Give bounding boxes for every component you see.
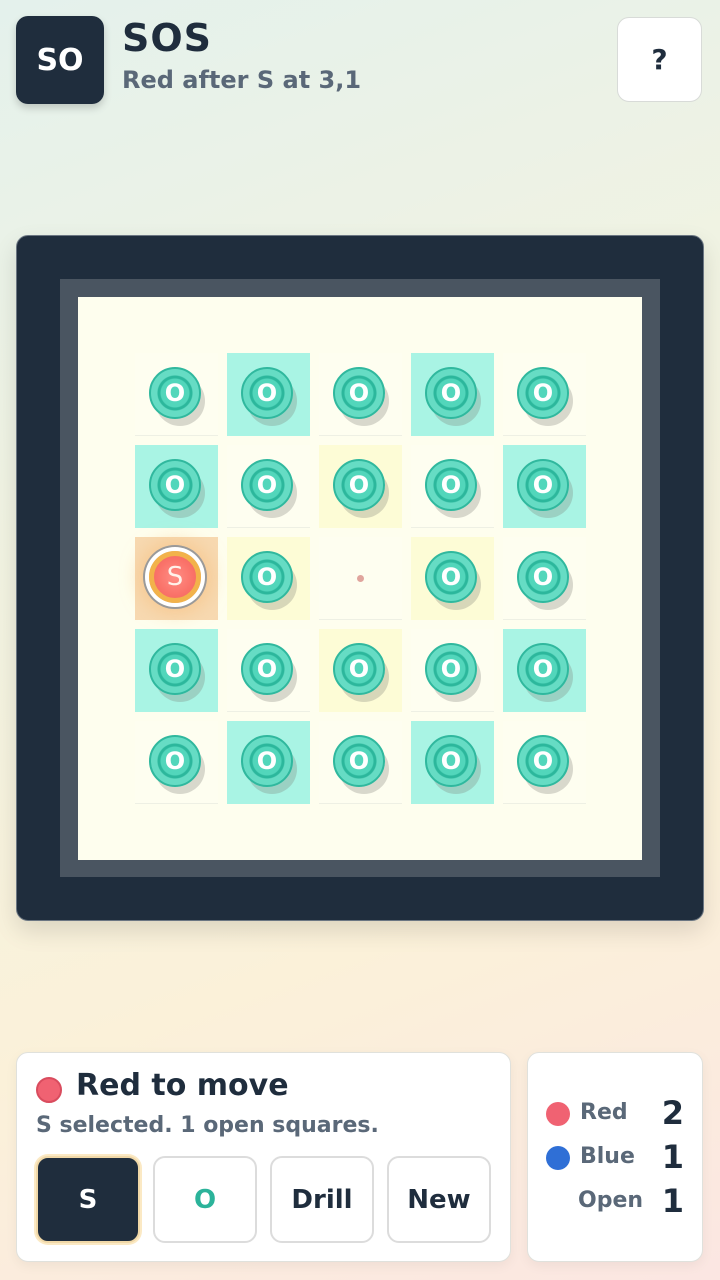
red-player-dot xyxy=(546,1102,570,1126)
piece-o: O xyxy=(517,735,569,787)
board-cell[interactable]: O xyxy=(227,629,310,712)
piece-o: O xyxy=(241,459,293,511)
board-cell[interactable]: O xyxy=(411,537,494,620)
open-square-marker xyxy=(357,575,364,582)
board-cell[interactable]: O xyxy=(411,721,494,804)
piece-o: O xyxy=(333,735,385,787)
piece-o: O xyxy=(333,367,385,419)
piece-o: O xyxy=(333,643,385,695)
board-cell[interactable]: S xyxy=(135,537,218,620)
board-cell[interactable]: O xyxy=(319,629,402,712)
piece-o: O xyxy=(425,551,477,603)
board-cell-open[interactable] xyxy=(319,537,402,620)
piece-o: O xyxy=(241,367,293,419)
blue-score-value: 1 xyxy=(661,1138,684,1176)
piece-o: O xyxy=(333,459,385,511)
red-score-value: 2 xyxy=(661,1094,684,1132)
board-cell[interactable]: O xyxy=(227,353,310,436)
app-logo: SO xyxy=(16,16,104,104)
board-cell[interactable]: O xyxy=(503,445,586,528)
blue-player-dot xyxy=(546,1146,570,1170)
board-cell[interactable]: O xyxy=(227,721,310,804)
page-title: SOS xyxy=(122,16,213,60)
board-cell[interactable]: O xyxy=(319,445,402,528)
blue-score-label: Blue xyxy=(580,1144,635,1169)
board-cell[interactable]: O xyxy=(135,721,218,804)
piece-o: O xyxy=(149,643,201,695)
board-cell[interactable]: O xyxy=(411,353,494,436)
select-o-button[interactable]: O xyxy=(153,1156,257,1243)
board-cell[interactable]: O xyxy=(319,353,402,436)
piece-o: O xyxy=(241,643,293,695)
piece-o: O xyxy=(517,551,569,603)
red-score-label: Red xyxy=(580,1100,628,1125)
select-s-button[interactable]: S xyxy=(36,1156,140,1243)
piece-s: S xyxy=(149,551,201,603)
piece-o: O xyxy=(425,643,477,695)
piece-o: O xyxy=(149,735,201,787)
piece-o: O xyxy=(149,459,201,511)
piece-o: O xyxy=(241,551,293,603)
board-cell[interactable]: O xyxy=(411,445,494,528)
piece-o: O xyxy=(425,735,477,787)
board-cell[interactable]: O xyxy=(503,353,586,436)
open-count-label: Open xyxy=(578,1188,644,1213)
board-cell[interactable]: O xyxy=(227,445,310,528)
board-cell[interactable]: O xyxy=(503,629,586,712)
piece-o: O xyxy=(241,735,293,787)
last-move-subtitle: Red after S at 3,1 xyxy=(122,66,362,94)
board-cell[interactable]: O xyxy=(503,721,586,804)
new-game-button[interactable]: New xyxy=(387,1156,491,1243)
turn-text: Red to move xyxy=(76,1068,289,1103)
piece-o: O xyxy=(425,367,477,419)
drill-button[interactable]: Drill xyxy=(270,1156,374,1243)
piece-o: O xyxy=(149,367,201,419)
game-board: OOOOOOOOOOSOOOOOOOOOOOOO xyxy=(78,297,642,860)
help-button[interactable]: ? xyxy=(617,17,702,102)
piece-o: O xyxy=(517,643,569,695)
board-cell[interactable]: O xyxy=(135,629,218,712)
piece-o: O xyxy=(425,459,477,511)
piece-o: O xyxy=(517,367,569,419)
open-count-value: 1 xyxy=(661,1182,684,1220)
board-cell[interactable]: O xyxy=(319,721,402,804)
status-detail: S selected. 1 open squares. xyxy=(36,1113,379,1138)
turn-indicator-dot xyxy=(36,1077,62,1103)
board-cell[interactable]: O xyxy=(135,445,218,528)
board-cell[interactable]: O xyxy=(503,537,586,620)
board-cell[interactable]: O xyxy=(411,629,494,712)
board-cell[interactable]: O xyxy=(135,353,218,436)
piece-o: O xyxy=(517,459,569,511)
board-cell[interactable]: O xyxy=(227,537,310,620)
